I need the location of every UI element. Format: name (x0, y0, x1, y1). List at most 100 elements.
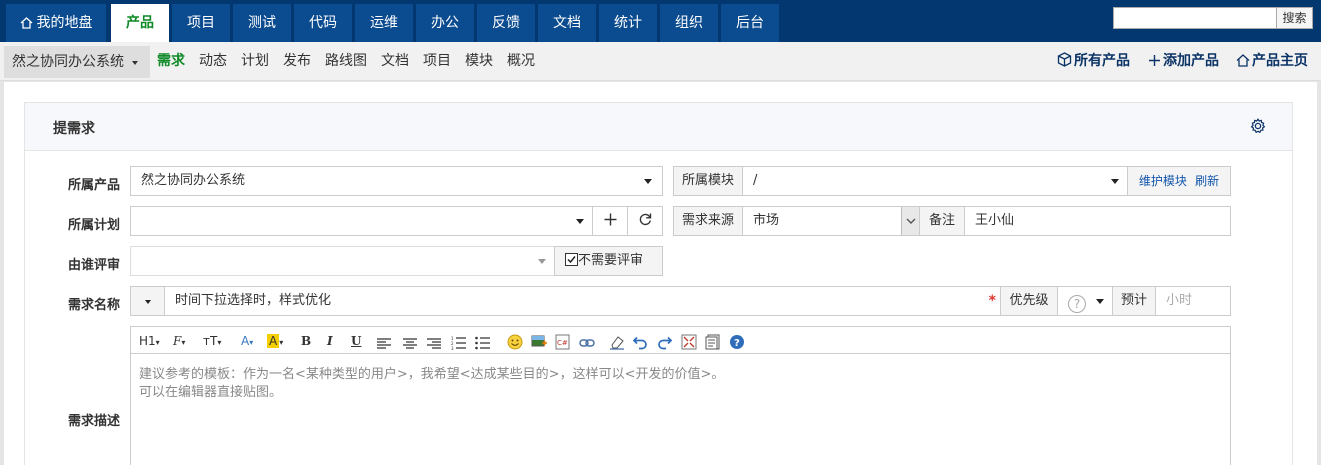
estimate-input[interactable]: 小时 (1155, 286, 1231, 316)
tab-docs-label: 文档 (553, 15, 581, 31)
svg-text:?: ? (734, 338, 740, 349)
product-switcher[interactable]: 然之协同办公系统 (4, 46, 150, 78)
editor-toolbar: H1▾ F▾ тT▾ A▾ A ▾ B I U 123 C# ? (130, 326, 1231, 354)
emoji-icon[interactable] (507, 332, 523, 352)
redo-icon[interactable] (657, 332, 672, 352)
subnav-story[interactable]: 需求 (157, 42, 185, 81)
undo-icon[interactable] (633, 332, 648, 352)
subnav-release[interactable]: 发布 (283, 42, 311, 81)
svg-text:3: 3 (451, 346, 454, 351)
subnav-module[interactable]: 模块 (465, 42, 493, 81)
tab-project-label: 项目 (187, 15, 215, 31)
tab-product-label: 产品 (126, 15, 154, 31)
font-family-button[interactable]: F▾ (173, 331, 185, 351)
heading-button[interactable]: H1▾ (139, 331, 160, 351)
code-icon[interactable]: C# (555, 332, 571, 352)
tab-product[interactable]: 产品 (111, 4, 169, 42)
panel-header: 提需求 (25, 103, 1292, 151)
font-size-label: тT (203, 334, 218, 348)
help-icon[interactable]: ? (729, 332, 745, 352)
page-title: 提需求 (53, 121, 95, 137)
note-label: 备注 (919, 206, 965, 236)
estimate-label: 预计 (1112, 286, 1156, 316)
image-icon[interactable] (531, 332, 547, 352)
plan-select[interactable] (130, 206, 593, 236)
tab-ops[interactable]: 运维 (355, 4, 413, 42)
required-mark: * (988, 293, 996, 309)
tab-org[interactable]: 组织 (660, 4, 718, 42)
search-button[interactable]: 搜索 (1277, 7, 1313, 29)
reviewer-label: 由谁评审 (67, 258, 120, 273)
heading-label: H1 (139, 334, 156, 348)
subnav-roadmap[interactable]: 路线图 (325, 42, 367, 81)
ordered-list-icon[interactable]: 123 (451, 333, 466, 353)
tab-docs[interactable]: 文档 (538, 4, 596, 42)
subnav-plan[interactable]: 计划 (241, 42, 269, 81)
align-center-icon[interactable] (403, 334, 417, 354)
note-input-value: 王小仙 (975, 213, 1015, 228)
italic-button[interactable]: I (327, 331, 333, 351)
highlight-button[interactable]: A ▾ (267, 331, 283, 351)
tab-code[interactable]: 代码 (294, 4, 352, 42)
align-right-icon[interactable] (427, 334, 441, 354)
chevron-down-icon (906, 218, 916, 224)
all-products-link[interactable]: 所有产品 (1057, 42, 1130, 81)
tab-office[interactable]: 办公 (416, 4, 474, 42)
tab-project[interactable]: 项目 (172, 4, 230, 42)
gear-icon[interactable] (1250, 118, 1266, 134)
priority-select[interactable]: ? (1057, 286, 1113, 316)
tab-office-label: 办公 (431, 15, 459, 31)
dropdown-arrow-icon (538, 259, 546, 264)
tab-stats-label: 统计 (614, 15, 642, 31)
product-select[interactable]: 然之协同办公系统 (130, 166, 663, 196)
add-product-link[interactable]: 添加产品 (1148, 42, 1219, 81)
color-picker-button[interactable] (130, 286, 165, 316)
reviewer-select[interactable] (130, 246, 555, 276)
subnav-overview[interactable]: 概况 (507, 42, 535, 81)
font-color-button[interactable]: A▾ (241, 331, 253, 351)
subnav-dynamic[interactable]: 动态 (199, 42, 227, 81)
module-label: 所属模块 (673, 166, 743, 196)
tab-code-label: 代码 (309, 15, 337, 31)
caret-down-icon (132, 61, 138, 65)
underline-button[interactable]: U (351, 331, 361, 351)
tab-test[interactable]: 测试 (233, 4, 291, 42)
no-review-label: 不需要评审 (578, 253, 644, 268)
tab-stats[interactable]: 统计 (599, 4, 657, 42)
product-select-value: 然之协同办公系统 (141, 173, 246, 188)
product-home-label: 产品主页 (1252, 53, 1308, 69)
description-editor[interactable]: 建议参考的模板：作为一名<某种类型的用户>，我希望<达成某些目的>，这样可以<开… (130, 353, 1231, 465)
no-review-checkbox[interactable]: 不需要评审 (554, 246, 663, 276)
home-icon (20, 17, 32, 29)
bold-button[interactable]: B (301, 331, 311, 351)
product-label: 所属产品 (67, 178, 120, 193)
tab-feedback[interactable]: 反馈 (477, 4, 535, 42)
eraser-icon[interactable] (609, 332, 625, 352)
cube-icon (1057, 52, 1072, 67)
source-select[interactable]: 市场 (742, 206, 920, 236)
fullscreen-icon[interactable] (681, 332, 697, 352)
refresh-plan-button[interactable] (627, 206, 663, 236)
subnav-project[interactable]: 项目 (423, 42, 451, 81)
subnav-doc[interactable]: 文档 (381, 42, 409, 81)
font-size-button[interactable]: тT▾ (203, 331, 221, 351)
note-input[interactable]: 王小仙 (964, 206, 1231, 236)
tab-my-dashboard[interactable]: 我的地盘 (6, 4, 106, 42)
search-input[interactable] (1113, 7, 1277, 29)
tab-admin[interactable]: 后台 (721, 4, 779, 42)
bullet-list-icon[interactable] (475, 333, 490, 353)
refresh-link[interactable]: 刷新 (1195, 174, 1219, 188)
refresh-icon (639, 213, 652, 226)
add-plan-button[interactable] (592, 206, 628, 236)
link-icon[interactable] (579, 333, 595, 353)
source-code-icon[interactable] (705, 332, 721, 352)
product-home-link[interactable]: 产品主页 (1236, 42, 1308, 81)
description-placeholder-line-2: 可以在编辑器直接贴图。 (139, 385, 283, 400)
story-name-input[interactable]: 时间下拉选择时，样式优化 * (164, 286, 1001, 316)
source-select-toggle[interactable] (901, 207, 919, 235)
tab-admin-label: 后台 (736, 15, 764, 31)
align-left-icon[interactable] (377, 334, 391, 354)
maintain-module-link[interactable]: 维护模块 (1139, 174, 1187, 188)
priority-unknown-icon: ? (1068, 295, 1086, 313)
module-select[interactable]: / (742, 166, 1128, 196)
